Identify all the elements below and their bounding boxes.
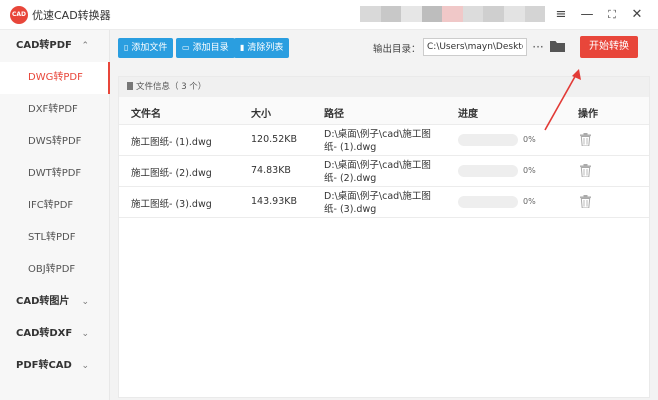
clear-list-label: 清除列表 <box>247 43 284 53</box>
col-path: 路径 <box>324 109 344 120</box>
file-path: D:\桌面\例子\cad\施工图 纸- (3).dwg <box>324 190 434 216</box>
delete-icon[interactable] <box>580 195 591 208</box>
file-path: D:\桌面\例子\cad\施工图 纸- (1).dwg <box>324 128 434 154</box>
browse-more-button[interactable]: ··· <box>531 38 545 56</box>
chevron-up-icon: ⌃ <box>81 41 89 51</box>
output-directory-label: 输出目录： <box>373 44 421 55</box>
file-icon: ▯ <box>124 43 129 52</box>
sidebar-group-label: CAD转PDF <box>16 40 72 51</box>
start-convert-button[interactable]: 开始转换 <box>580 36 638 58</box>
trash-icon: ▮ <box>240 43 245 52</box>
chevron-down-icon: ⌄ <box>81 297 89 307</box>
blurred-region <box>360 6 546 22</box>
col-filename: 文件名 <box>131 109 161 120</box>
sidebar-group-label: PDF转CAD <box>16 360 72 371</box>
add-file-button[interactable]: ▯ 添加文件 <box>118 38 174 58</box>
sidebar: CAD转PDF ⌃ DWG转PDF DXF转PDF DWS转PDF DWT转PDF IFC转… <box>0 30 110 400</box>
sidebar-item[interactable]: IFC转PDF <box>0 190 109 222</box>
blur-block <box>503 6 525 22</box>
file-name: 施工图纸- (3).dwg <box>131 199 212 210</box>
file-path-line1: D:\桌面\例子\cad\施工图 <box>324 191 431 202</box>
file-name: 施工图纸- (1).dwg <box>131 137 212 148</box>
sidebar-group[interactable]: CAD转图片 ⌄ <box>0 286 109 318</box>
chevron-down-icon: ⌄ <box>81 329 89 339</box>
file-info-label: 文件信息（ 3 个） <box>136 82 207 92</box>
open-folder-icon[interactable] <box>550 40 565 53</box>
folder-icon: ▭ <box>182 43 190 52</box>
file-path-line2: 纸- (3).dwg <box>324 204 377 215</box>
file-size: 120.52KB <box>251 134 297 145</box>
title-bar: CAD 优速CAD转换器 ≡ — ⛶ ✕ <box>0 0 658 30</box>
minimize-icon[interactable]: — <box>577 5 597 25</box>
blur-block <box>401 6 422 22</box>
file-size: 74.83KB <box>251 165 291 176</box>
progress-text: 0% <box>523 197 536 206</box>
blur-block <box>483 6 504 22</box>
file-path-line2: 纸- (2).dwg <box>324 173 377 184</box>
blur-block <box>360 6 381 22</box>
col-size: 大小 <box>251 109 271 120</box>
app-logo: CAD <box>10 6 28 24</box>
file-path-line1: D:\桌面\例子\cad\施工图 <box>324 129 431 140</box>
clear-list-button[interactable]: ▮ 清除列表 <box>234 38 290 58</box>
file-name: 施工图纸- (2).dwg <box>131 168 212 179</box>
sidebar-group-label: CAD转DXF <box>16 328 73 339</box>
maximize-icon[interactable]: ⛶ <box>602 5 622 25</box>
col-progress: 进度 <box>458 109 478 120</box>
sidebar-group[interactable]: CAD转DXF ⌄ <box>0 318 109 350</box>
blur-block <box>524 6 546 22</box>
sidebar-item[interactable]: OBJ转PDF <box>0 254 109 286</box>
file-path-line1: D:\桌面\例子\cad\施工图 <box>324 160 431 171</box>
table-row: 施工图纸- (2).dwg 74.83KB D:\桌面\例子\cad\施工图 纸- (… <box>119 156 649 187</box>
sidebar-item[interactable]: DWG转PDF <box>0 62 110 94</box>
sidebar-item[interactable]: DXF转PDF <box>0 94 109 126</box>
delete-icon[interactable] <box>580 164 591 177</box>
output-directory-input[interactable] <box>423 38 527 56</box>
add-directory-button[interactable]: ▭ 添加目录 <box>176 38 235 58</box>
chevron-down-icon: ⌄ <box>81 361 89 371</box>
document-icon <box>127 82 133 90</box>
sidebar-group[interactable]: CAD转PDF ⌃ <box>0 30 109 62</box>
file-path: D:\桌面\例子\cad\施工图 纸- (2).dwg <box>324 159 434 185</box>
progress-bar <box>458 196 518 208</box>
blur-block <box>462 6 484 22</box>
file-path-line2: 纸- (1).dwg <box>324 142 377 153</box>
blur-block <box>421 6 443 22</box>
progress-text: 0% <box>523 135 536 144</box>
progress-bar <box>458 134 518 146</box>
file-size: 143.93KB <box>251 196 297 207</box>
sidebar-group-label: CAD转图片 <box>16 296 70 307</box>
annotation-arrow <box>544 69 581 131</box>
progress-bar <box>458 165 518 177</box>
blur-block <box>442 6 463 22</box>
progress-text: 0% <box>523 166 536 175</box>
app-title: 优速CAD转换器 <box>32 9 111 22</box>
sidebar-item[interactable]: STL转PDF <box>0 222 109 254</box>
sidebar-group[interactable]: PDF转CAD ⌄ <box>0 350 109 382</box>
table-row: 施工图纸- (3).dwg 143.93KB D:\桌面\例子\cad\施工图 纸- … <box>119 187 649 218</box>
add-file-label: 添加文件 <box>131 43 168 53</box>
sidebar-item[interactable]: DWS转PDF <box>0 126 109 158</box>
close-icon[interactable]: ✕ <box>627 5 647 25</box>
add-directory-label: 添加目录 <box>192 43 229 53</box>
blur-block <box>380 6 402 22</box>
menu-icon[interactable]: ≡ <box>551 5 571 25</box>
sidebar-item[interactable]: DWT转PDF <box>0 158 109 190</box>
